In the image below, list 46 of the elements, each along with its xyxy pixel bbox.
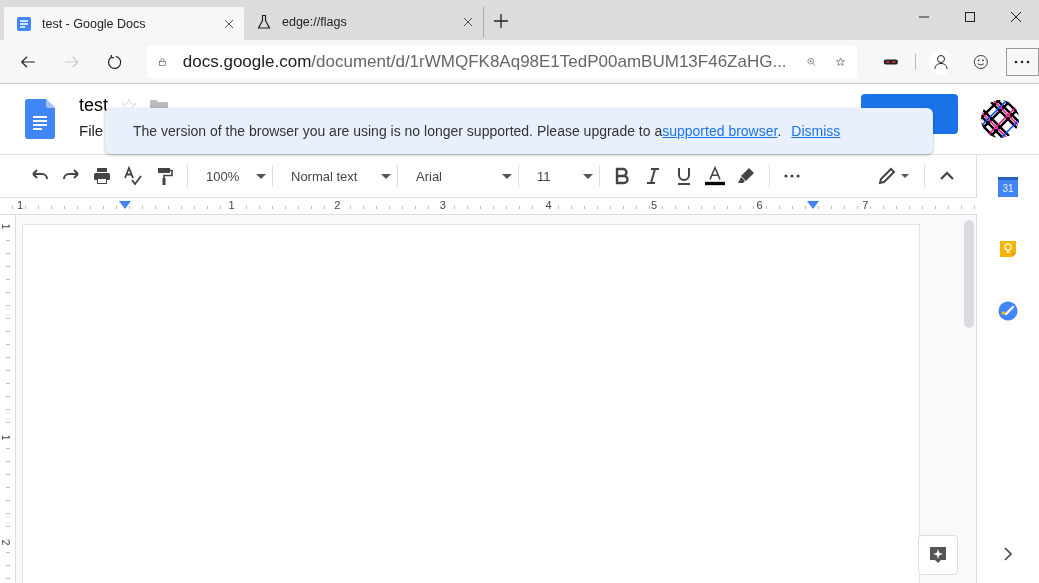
mask-icon[interactable] [882, 56, 899, 67]
avatar-icon[interactable] [980, 99, 1020, 139]
close-icon[interactable] [463, 17, 473, 27]
chevron-right-icon[interactable] [1003, 547, 1013, 561]
docs-icon [16, 15, 32, 32]
more-button[interactable] [1005, 47, 1039, 76]
banner-message: The version of the browser you are using is no longer supported. Please upgrade to asupported browser. [133, 123, 782, 139]
text-color-icon[interactable] [705, 166, 725, 186]
document-title[interactable]: test [79, 95, 108, 116]
print-icon[interactable] [92, 166, 112, 186]
profile-button[interactable] [929, 48, 953, 75]
person-icon [932, 53, 949, 70]
indent-marker-icon[interactable] [807, 201, 819, 209]
browser-tab[interactable]: test - Google Docs [4, 7, 244, 40]
scrollbar[interactable] [964, 220, 974, 328]
maximize-icon[interactable] [964, 11, 976, 23]
font-dropdown[interactable]: Arial [410, 168, 516, 184]
caret-icon [502, 173, 512, 179]
vertical-ruler: 1 1 2 [0, 215, 16, 583]
address-field[interactable]: docs.google.com/document/d/1rWMQFK8Aq98E1TedP00amBUM13F46ZaHG... [146, 45, 857, 78]
flask-icon [256, 14, 272, 30]
horizontal-ruler: 1 1 2 3 4 5 6 7 [0, 197, 977, 215]
caret-icon [381, 173, 391, 179]
dismiss-link[interactable]: Dismiss [791, 123, 841, 139]
pencil-icon[interactable] [877, 166, 911, 186]
browser-tab[interactable]: edge://flags [244, 7, 484, 37]
font-size-dropdown[interactable]: 11 [531, 168, 597, 184]
style-dropdown[interactable]: Normal text [285, 168, 395, 184]
docs-logo-icon [25, 99, 55, 139]
spellcheck-icon[interactable] [123, 166, 143, 186]
check-circle-icon[interactable] [998, 301, 1018, 321]
dots-icon [1014, 59, 1031, 64]
sparkle-icon [928, 545, 948, 565]
new-tab-icon[interactable] [494, 14, 508, 28]
caret-icon [583, 173, 593, 179]
reload-icon[interactable] [107, 52, 123, 71]
close-icon[interactable] [1010, 11, 1022, 23]
zoom-dropdown[interactable]: 100% [200, 168, 270, 184]
supported-browser-link[interactable]: supported browser [662, 123, 778, 139]
highlighter-icon[interactable] [736, 166, 756, 186]
menu-item[interactable]: File [79, 122, 104, 139]
caret-icon [256, 173, 266, 179]
close-icon[interactable] [224, 18, 234, 29]
indent-marker-icon[interactable] [119, 201, 131, 209]
smiley-icon[interactable] [973, 52, 989, 71]
explore-button[interactable] [918, 535, 958, 575]
